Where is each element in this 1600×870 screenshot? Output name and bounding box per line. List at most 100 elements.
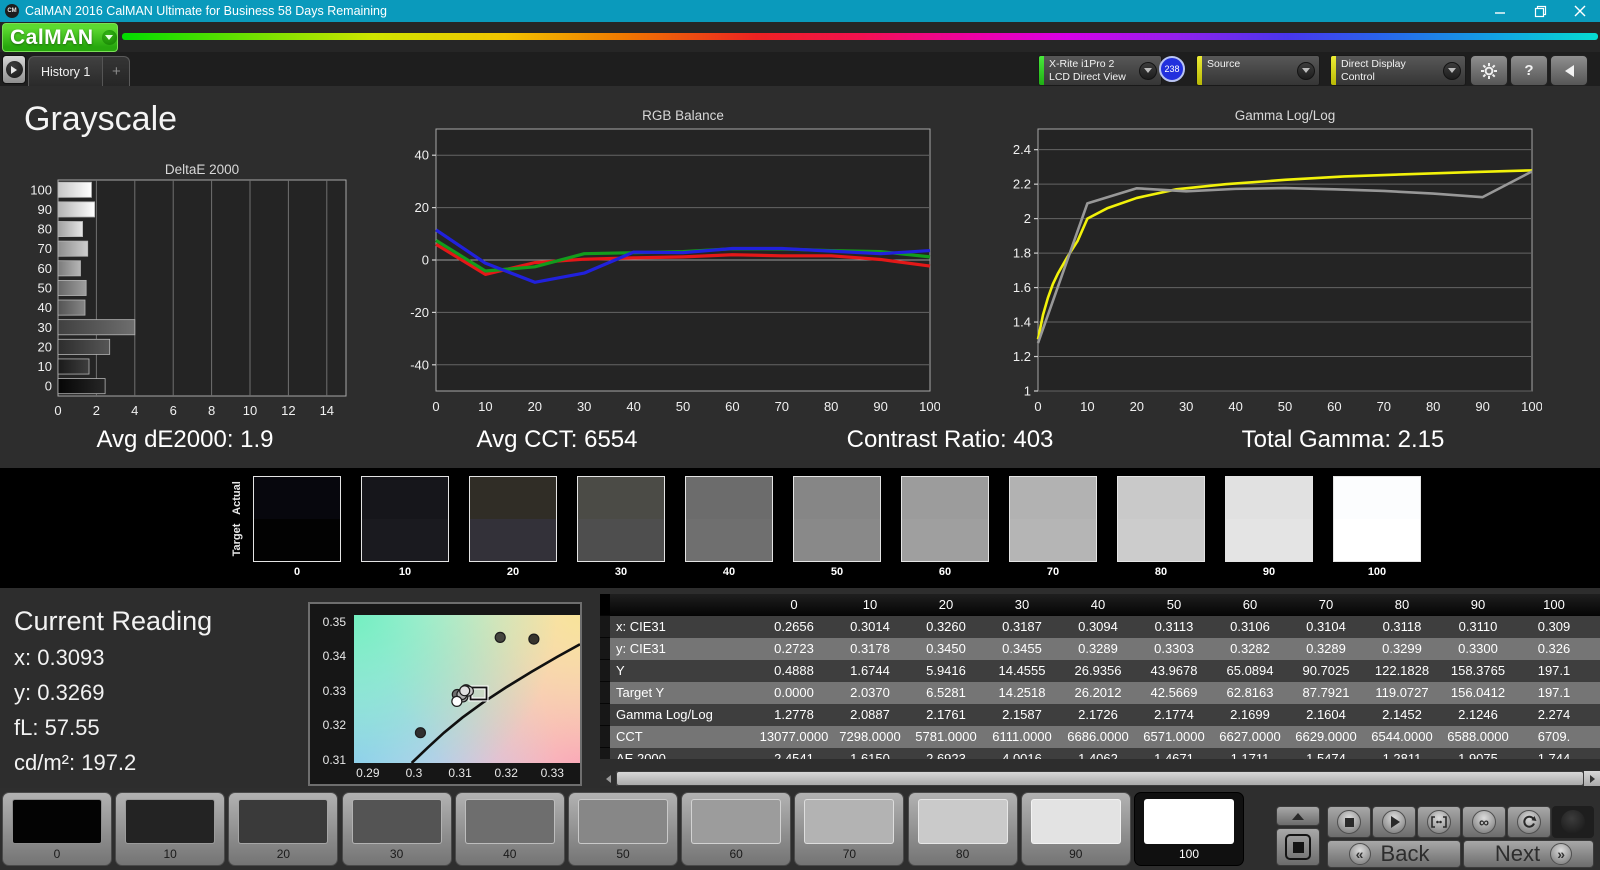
display-control-dropdown[interactable]: Direct Display Control xyxy=(1330,55,1466,86)
settings-button[interactable] xyxy=(1470,55,1508,86)
cie-point-20 xyxy=(528,633,540,645)
row-selector[interactable] xyxy=(600,748,610,759)
tick-label: 90 xyxy=(1475,399,1489,414)
column-header-90: 90 xyxy=(1470,597,1486,612)
patch-button-30[interactable]: 30 xyxy=(341,792,452,866)
next-button[interactable]: Next » xyxy=(1463,840,1594,868)
table-cell: 119.0727 xyxy=(1375,685,1429,700)
refresh-icon xyxy=(1517,810,1541,834)
deltae-bar-90 xyxy=(57,201,96,218)
table-row[interactable]: Y 0.4888 1.6744 5.9416 14.4555 26.9356 43.9678… xyxy=(600,660,1600,682)
tick-label: 80 xyxy=(824,399,838,414)
table-cell: 87.7921 xyxy=(1302,685,1350,700)
table-cell: 0.3300 xyxy=(1458,641,1498,656)
row-label: y: CIE31 xyxy=(616,641,666,656)
minimize-button[interactable] xyxy=(1480,0,1520,22)
window-size-button[interactable] xyxy=(1276,828,1320,866)
table-cell: 0.3282 xyxy=(1230,641,1270,656)
refresh-button[interactable] xyxy=(1507,806,1551,838)
patch-level-label: 90 xyxy=(1069,847,1083,861)
cie-point-100 xyxy=(451,695,463,707)
patch-swatch xyxy=(578,799,668,844)
tab-nav-button[interactable] xyxy=(2,55,26,84)
patch-level-label: 10 xyxy=(163,847,177,861)
column-header-70: 70 xyxy=(1318,597,1334,612)
chevron-double-left-icon: « xyxy=(1348,843,1371,865)
table-cell: 0.2723 xyxy=(774,641,814,656)
logo-menu-icon[interactable] xyxy=(101,30,117,45)
patch-button-40[interactable]: 40 xyxy=(454,792,565,866)
collapse-controls-button[interactable] xyxy=(1276,806,1320,826)
row-selector[interactable] xyxy=(600,660,610,682)
row-selector[interactable] xyxy=(600,682,610,704)
tick-label: 1 xyxy=(1024,384,1031,399)
play-button[interactable] xyxy=(1372,806,1416,838)
table-cell: 14.4555 xyxy=(998,663,1046,678)
table-row[interactable]: Target Y 0.0000 2.0370 6.5281 14.2518 26.2012… xyxy=(600,682,1600,704)
table-cell: 0.3178 xyxy=(850,641,890,656)
target-swatch xyxy=(1118,519,1204,561)
source-dropdown[interactable]: Source xyxy=(1196,55,1320,86)
table-cell: 6571.0000 xyxy=(1143,729,1205,744)
row-selector[interactable] xyxy=(600,616,610,638)
table-cell: 1.9075 xyxy=(1458,751,1498,759)
patch-button-90[interactable]: 90 xyxy=(1020,792,1131,866)
scroll-left-button[interactable] xyxy=(600,771,616,786)
cie-chart xyxy=(354,615,580,763)
tick-label: 20 xyxy=(415,200,429,215)
swatch-level-label: 90 xyxy=(1262,566,1276,578)
patch-button-0[interactable]: 0 xyxy=(2,792,112,866)
actual-swatch xyxy=(470,477,556,519)
cie-point-10 xyxy=(414,727,427,739)
row-selector[interactable] xyxy=(600,638,610,660)
infinity-icon: ∞ xyxy=(1472,810,1496,834)
chevron-down-icon[interactable] xyxy=(1139,61,1157,80)
help-button[interactable]: ? xyxy=(1510,55,1548,86)
row-selector[interactable] xyxy=(600,704,610,726)
single-read-button[interactable] xyxy=(1417,806,1461,838)
patch-button-20[interactable]: 20 xyxy=(228,792,339,866)
table-row[interactable]: ΔE 2000 2.4541 1.6150 2.6923 4.0016 1.4062 1.4… xyxy=(600,748,1600,759)
table-row[interactable]: Gamma Log/Log 1.2778 2.0887 2.1761 2.1587 2.1… xyxy=(600,704,1600,726)
back-button-label: Back xyxy=(1380,841,1430,866)
calman-logo-button[interactable]: CalMAN xyxy=(2,23,118,52)
table-cell: 0.3106 xyxy=(1230,619,1270,634)
patch-button-60[interactable]: 60 xyxy=(681,792,792,866)
patch-button-80[interactable]: 80 xyxy=(907,792,1018,866)
tick-label: 10 xyxy=(478,399,492,414)
table-row[interactable]: y: CIE31 0.2723 0.3178 0.3450 0.3455 0.3289 0.… xyxy=(600,638,1600,660)
target-swatch xyxy=(794,519,880,561)
add-tab-button[interactable]: + xyxy=(102,57,130,86)
patch-button-70[interactable]: 70 xyxy=(794,792,905,866)
chevron-down-icon[interactable] xyxy=(1297,61,1315,80)
tick-label: 1.8 xyxy=(1013,246,1031,261)
table-cell: 0.2656 xyxy=(774,619,814,634)
patch-level-label: 20 xyxy=(276,847,291,861)
target-swatch xyxy=(1334,519,1420,561)
back-button[interactable]: « Back xyxy=(1327,840,1461,868)
table-cell: 0.4888 xyxy=(774,663,814,678)
patch-button-100[interactable]: 100 xyxy=(1134,792,1244,866)
continuous-read-button[interactable]: ∞ xyxy=(1462,806,1506,838)
restore-button[interactable] xyxy=(1520,0,1560,22)
scroll-right-button[interactable] xyxy=(1584,771,1600,786)
scrollbar-thumb[interactable] xyxy=(617,772,1583,785)
tab-history-1[interactable]: History 1 + xyxy=(28,56,131,86)
table-row[interactable]: x: CIE31 0.2656 0.3014 0.3260 0.3187 0.3094 0.… xyxy=(600,616,1600,638)
table-cell: 2.1604 xyxy=(1306,707,1346,722)
close-button[interactable] xyxy=(1560,0,1600,22)
patch-button-50[interactable]: 50 xyxy=(568,792,678,866)
chevron-down-icon[interactable] xyxy=(1443,61,1461,80)
table-cell: 42.5669 xyxy=(1150,685,1198,700)
patch-button-10[interactable]: 10 xyxy=(115,792,226,866)
grayscale-swatch-100 xyxy=(1333,476,1421,562)
table-row[interactable]: CCT 13077.0000 7298.0000 5781.0000 6111.0000… xyxy=(600,726,1600,748)
row-selector[interactable] xyxy=(600,726,610,748)
stop-button[interactable] xyxy=(1327,806,1371,838)
rgb-balance-chart: 40 20 0 -20 -40 0 10 20 30 40 50 60 70 80 90 100 xyxy=(394,123,941,428)
table-cell: 0.3094 xyxy=(1078,619,1118,634)
collapse-panel-button[interactable] xyxy=(1550,55,1588,86)
meter-dropdown[interactable]: X-Rite i1Pro 2 LCD Direct View xyxy=(1038,55,1162,86)
swatch-level-label: 30 xyxy=(614,566,628,578)
table-horizontal-scrollbar[interactable] xyxy=(600,771,1600,786)
